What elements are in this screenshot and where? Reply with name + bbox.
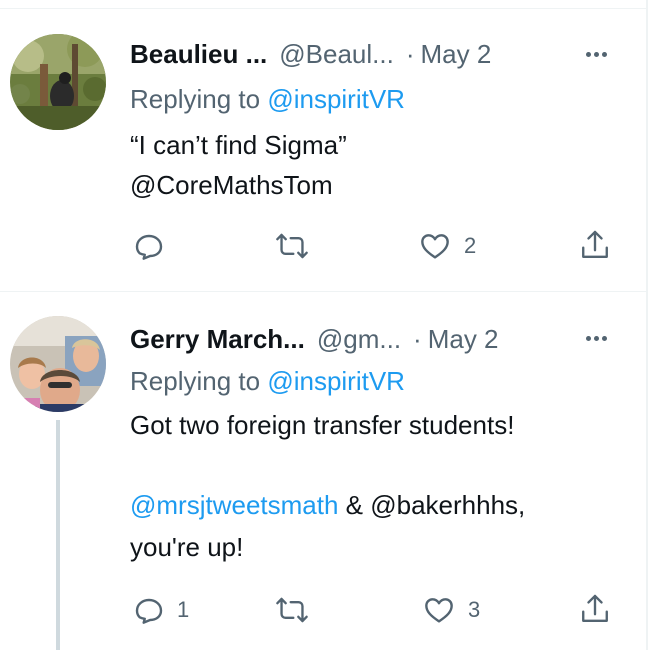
tweet-text-mentions: @mrsjtweetsmath & @bakerhhhs, (130, 490, 525, 521)
retweet-button[interactable] (275, 230, 321, 262)
replying-to-link[interactable]: @inspiritVR (267, 366, 405, 396)
replying-prefix: Replying to (130, 366, 268, 396)
avatar[interactable] (10, 34, 106, 130)
share-button[interactable] (579, 592, 611, 626)
retweet-icon (276, 233, 308, 259)
retweet-button[interactable] (275, 594, 321, 626)
tweet[interactable]: Gerry March... @gm... · May 2 Replying t… (0, 292, 646, 650)
replying-to: Replying to @inspiritVR (130, 84, 405, 115)
like-icon (421, 234, 449, 259)
more-icon[interactable] (578, 44, 614, 64)
author-handle[interactable]: @Beaul... (279, 39, 394, 70)
separator-dot: · (413, 323, 422, 354)
share-icon (582, 230, 608, 258)
tweet-text: Got two foreign transfer students! (130, 410, 515, 440)
tweet-text: “I can’t find Sigma” (130, 130, 347, 160)
replying-to-link[interactable]: @inspiritVR (267, 84, 405, 114)
tweet[interactable]: Beaulieu ... @Beaul... · May 2 Replying … (0, 8, 646, 292)
author-handle[interactable]: @gm... (317, 324, 401, 355)
reply-icon (135, 598, 163, 624)
mention-link[interactable]: @mrsjtweetsmath (130, 490, 338, 520)
more-icon[interactable] (578, 328, 614, 348)
reply-button[interactable]: 1 (133, 594, 189, 626)
tweet-text: you're up! (130, 532, 244, 562)
retweet-icon (276, 597, 308, 623)
like-icon (425, 598, 453, 623)
share-button[interactable] (579, 228, 611, 262)
like-button[interactable]: 2 (418, 230, 476, 262)
replying-prefix: Replying to (130, 84, 268, 114)
author-name[interactable]: Beaulieu ... (130, 39, 267, 70)
tweet-text-rest: & @bakerhhhs, (338, 490, 526, 520)
avatar[interactable] (10, 316, 106, 412)
like-button[interactable]: 3 (422, 594, 480, 626)
tweet-date[interactable]: May 2 (428, 324, 499, 355)
separator-dot: · (405, 38, 415, 69)
like-count: 3 (468, 597, 481, 622)
thread-line (56, 420, 60, 650)
replying-to: Replying to @inspiritVR (130, 366, 405, 397)
reply-count: 1 (177, 597, 190, 622)
reply-icon (135, 234, 163, 260)
share-icon (582, 594, 608, 622)
tweet-date[interactable]: May 2 (421, 39, 492, 70)
tweet-header: Beaulieu ... @Beaul... · May 2 (130, 36, 491, 72)
tweet-header: Gerry March... @gm... · May 2 (130, 321, 499, 357)
mention-link[interactable]: @CoreMathsTom (130, 170, 333, 201)
like-count: 2 (464, 233, 477, 258)
author-name[interactable]: Gerry March... (130, 324, 305, 355)
reply-button[interactable] (133, 230, 177, 262)
